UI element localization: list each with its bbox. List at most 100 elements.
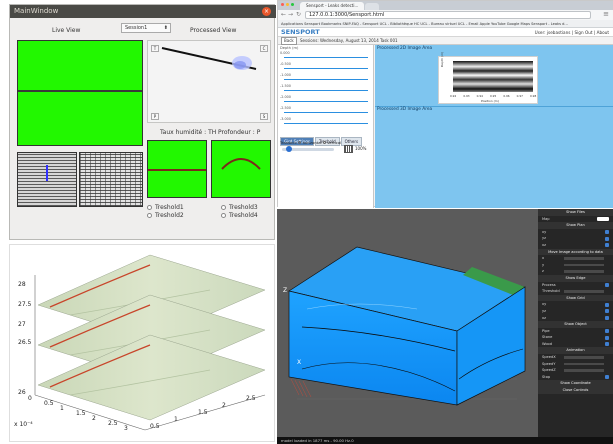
grid-icon[interactable] [344, 145, 353, 153]
control-label: Process [542, 282, 556, 287]
depth-line [284, 90, 368, 91]
address-bar[interactable]: 127.0.0.1:3000/Sensport.html [305, 11, 591, 19]
control-checkbox[interactable] [605, 283, 609, 288]
control-show-coordinate[interactable]: Show Coordinate [538, 380, 613, 388]
depth-rows: 0.000 -0.500 -1.000 -1.500 -2.000 -2.500 -3.00… [280, 51, 370, 124]
processed-3d-title: Processed 3D Image Area [377, 107, 433, 112]
depth-line [284, 79, 368, 80]
control-xy[interactable]: xy [538, 229, 613, 236]
control-checkbox[interactable] [605, 230, 609, 235]
control-close-controls[interactable]: Close Controls [538, 387, 613, 394]
s-button[interactable]: S [260, 113, 268, 120]
control-checkbox[interactable] [605, 335, 609, 340]
control-checkbox[interactable] [605, 375, 609, 380]
control-slider[interactable] [564, 369, 604, 372]
control-z[interactable]: z [538, 268, 613, 275]
control-show-files[interactable]: Show Files [538, 209, 613, 216]
control-stop[interactable]: Stop [538, 374, 613, 381]
zoom-slider-handle[interactable] [286, 146, 292, 152]
control-animation[interactable]: Animation [538, 347, 613, 355]
control-checkbox[interactable] [597, 217, 609, 222]
processed-view-canvas: T C P S [147, 40, 271, 123]
transect-label: Transect: [280, 140, 298, 145]
minimize-dot-icon[interactable] [286, 3, 289, 6]
reload-icon[interactable]: ↻ [296, 11, 301, 18]
depth-tick-label: -2.500 [280, 106, 291, 110]
forward-arrow-icon[interactable]: → [288, 11, 293, 18]
control-move-image-according-to-data[interactable]: Move Image according to data [538, 248, 613, 256]
zoom-slider[interactable] [282, 146, 334, 152]
control-slider[interactable] [564, 362, 604, 366]
humidity-canvas [147, 140, 207, 198]
back-arrow-icon[interactable]: ← [281, 11, 286, 18]
control-speedx[interactable]: SpeedX [538, 354, 613, 361]
axis-x-label: X [297, 359, 302, 366]
threshold1-radio[interactable] [147, 205, 152, 210]
control-show-edge[interactable]: Show Edge [538, 274, 613, 282]
close-button[interactable]: × [262, 7, 271, 16]
control-show-plan[interactable]: Show Plan [538, 222, 613, 229]
depth-line [284, 123, 368, 124]
control-threshold[interactable]: Threshold [538, 288, 613, 295]
control-wood[interactable]: Wood [538, 341, 613, 348]
c-button[interactable]: C [260, 45, 268, 52]
controls-panel: Show Files Map Show Plan xy yz xz Move Image a… [538, 209, 613, 437]
maximize-dot-icon[interactable] [291, 3, 294, 6]
threshold2-radio[interactable] [147, 213, 152, 218]
control-label: xz [542, 315, 547, 320]
control-label: Map [542, 216, 550, 221]
control-checkbox[interactable] [605, 236, 609, 241]
control-speedz[interactable]: SpeedZ [538, 367, 613, 374]
main-window: MainWindow × Live View Session1 ⬍ Proces… [9, 4, 276, 240]
control-checkbox[interactable] [605, 309, 609, 314]
live-view-label: Live View [52, 27, 81, 34]
horizontal-radio[interactable] [298, 141, 302, 144]
control-checkbox[interactable] [605, 316, 609, 320]
close-dot-icon[interactable] [281, 3, 284, 6]
control-show-object[interactable]: Show Object [538, 321, 613, 328]
z-tick: 26 [18, 389, 26, 396]
y-exponent-label: x 10⁻⁴ [14, 421, 33, 428]
y-ticks: 0 0.5 1 1.5 2 2.5 3 [28, 395, 138, 435]
control-yz[interactable]: yz [538, 235, 613, 242]
session-bar: Back Sessions: Wednesday, August 13, 201… [278, 37, 613, 45]
control-x[interactable]: x [538, 255, 613, 262]
session-select[interactable]: Session1 ⬍ [121, 23, 171, 33]
control-stone[interactable]: Stone [538, 334, 613, 341]
live-view-line [18, 90, 142, 92]
control-speedy[interactable]: SpeedY [538, 361, 613, 368]
control-xz[interactable]: xz [538, 242, 613, 249]
control-show-grid[interactable]: Show Grid [538, 294, 613, 302]
processed-2d-title: Processed 2D Image Area [377, 46, 433, 51]
control-label: SpeedX [542, 355, 556, 360]
control-y[interactable]: y [538, 262, 613, 269]
threshold3-radio[interactable] [221, 205, 226, 210]
menu-icon[interactable]: ≡ [603, 10, 609, 18]
chevron-down-icon: ⬍ [163, 25, 168, 31]
bookmarks-bar[interactable]: Applications Sensport Bookmarks SNIP-FAQ… [278, 20, 613, 28]
control-yz[interactable]: yz [538, 308, 613, 315]
control-xz[interactable]: xz [538, 315, 613, 322]
control-slider[interactable] [564, 356, 604, 359]
control-checkbox[interactable] [605, 342, 609, 347]
threshold4-radio[interactable] [221, 213, 226, 218]
control-checkbox[interactable] [605, 243, 609, 248]
t-button[interactable]: T [151, 45, 159, 52]
control-pipe[interactable]: Pipe [538, 328, 613, 335]
vertical-radio[interactable] [322, 141, 326, 144]
control-map[interactable]: Map [538, 216, 613, 223]
new-tab-button[interactable] [365, 3, 379, 10]
control-xy[interactable]: xy [538, 301, 613, 308]
control-slider[interactable] [564, 290, 604, 293]
browser-tab[interactable]: Sensport - Leaks detecti... [300, 2, 364, 10]
control-slider[interactable] [564, 263, 604, 267]
control-slider[interactable] [564, 257, 604, 260]
user-links[interactable]: User: jsebastians | Sign Out | About [535, 28, 609, 37]
control-slider[interactable] [564, 270, 604, 273]
p-button[interactable]: P [151, 113, 159, 120]
back-button[interactable]: Back [281, 37, 297, 45]
vertical-label: vertical [327, 140, 342, 145]
control-process[interactable]: Process [538, 282, 613, 289]
control-checkbox[interactable] [605, 302, 609, 307]
control-checkbox[interactable] [605, 329, 609, 334]
